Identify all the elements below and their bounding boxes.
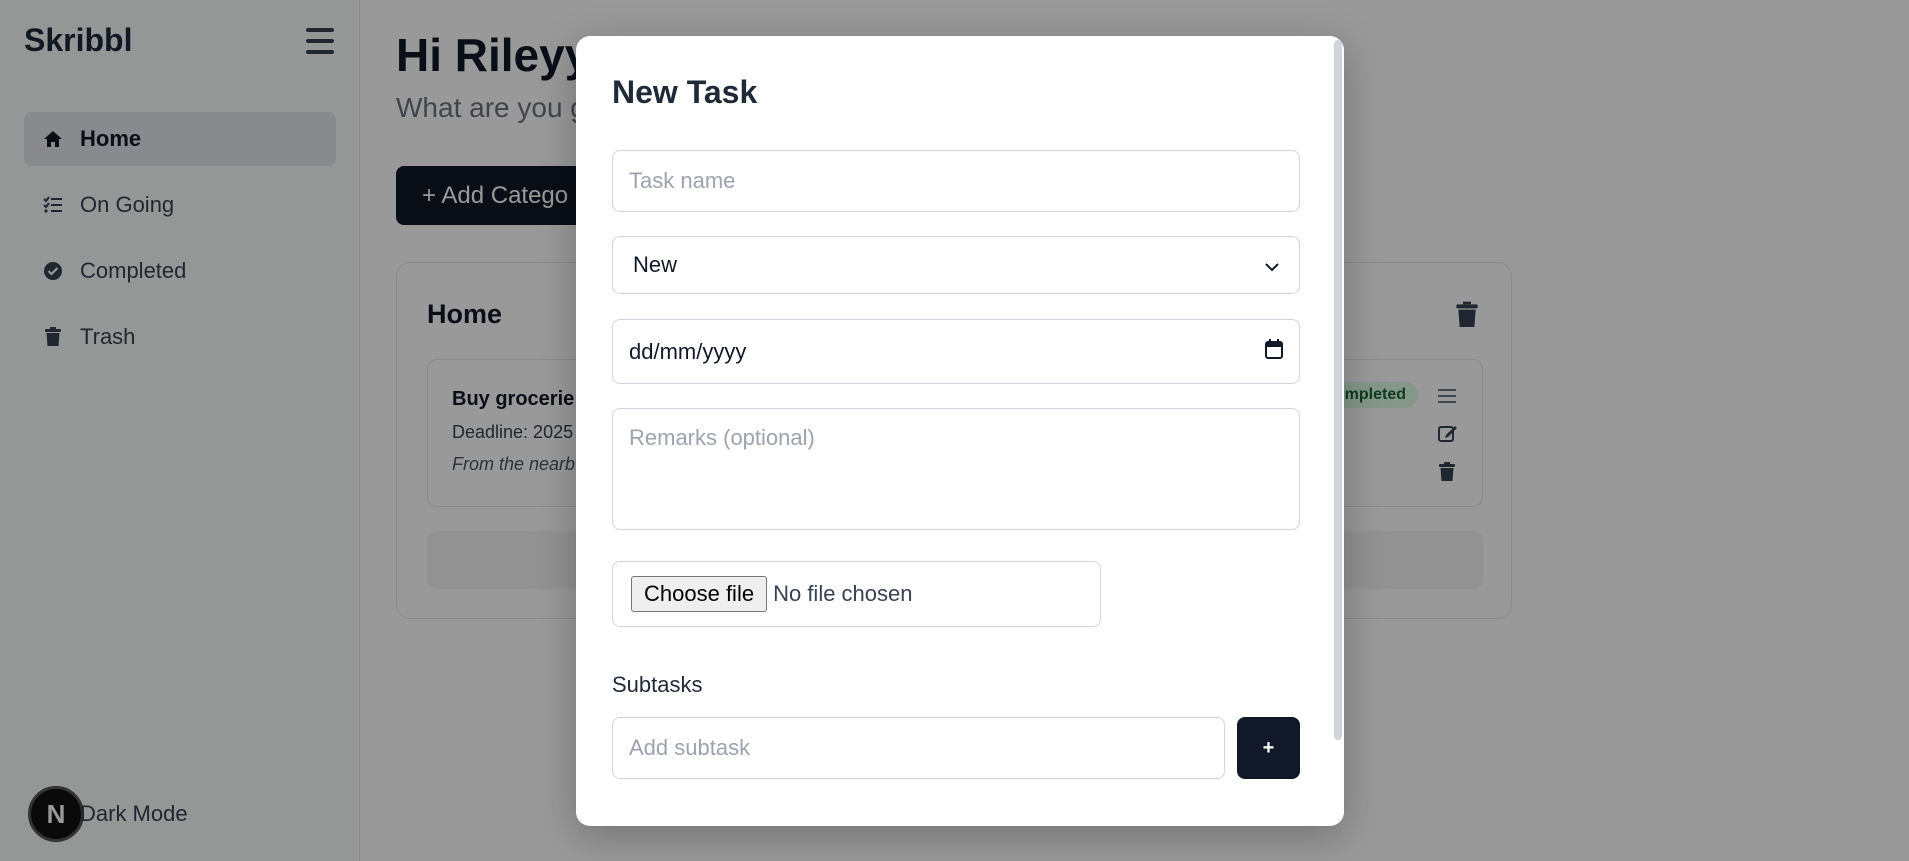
- remarks-textarea[interactable]: [612, 408, 1300, 530]
- subtasks-label: Subtasks: [612, 672, 703, 697]
- subtask-input[interactable]: [612, 717, 1225, 779]
- calendar-icon[interactable]: [1265, 338, 1283, 365]
- modal-scrollbar[interactable]: [1334, 40, 1342, 740]
- status-select-value: New: [633, 252, 678, 277]
- modal-title: New Task: [612, 74, 758, 110]
- file-status: No file chosen: [773, 581, 913, 606]
- choose-file-button[interactable]: Choose file: [631, 576, 768, 612]
- date-input[interactable]: dd/mm/yyyy: [612, 319, 1300, 384]
- new-task-modal: New Task New dd/mm/yyyy Choose file No f…: [576, 36, 1344, 826]
- date-input-value: dd/mm/yyyy: [629, 338, 747, 364]
- file-input[interactable]: Choose file No file chosen: [612, 561, 1101, 627]
- add-subtask-button[interactable]: +: [1237, 717, 1300, 779]
- status-select[interactable]: New: [612, 236, 1300, 294]
- task-name-input[interactable]: [612, 150, 1300, 212]
- chevron-down-icon: [1265, 252, 1279, 278]
